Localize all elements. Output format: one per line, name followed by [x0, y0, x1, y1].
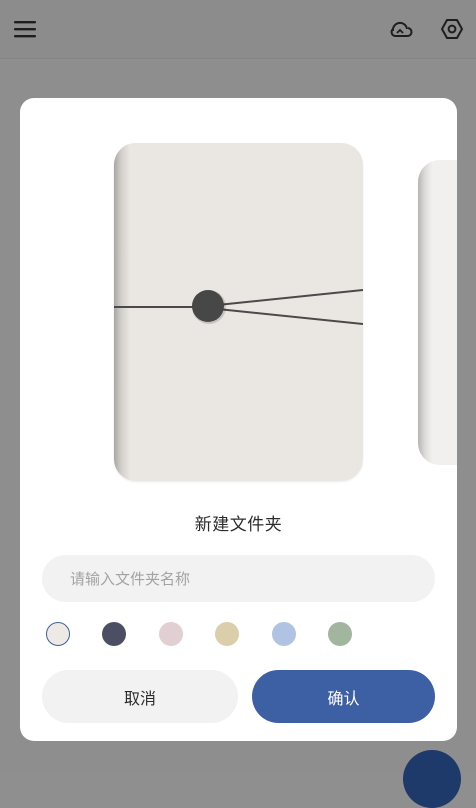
- new-folder-dialog: 新建文件夹 取消 确认: [20, 98, 457, 741]
- confirm-button[interactable]: 确认: [252, 670, 435, 723]
- color-swatch-sand[interactable]: [215, 622, 239, 646]
- color-picker: [20, 622, 457, 652]
- top-app-bar: [0, 0, 476, 59]
- cover-string-clasp-illustration: [114, 289, 363, 325]
- color-swatch-blue[interactable]: [272, 622, 296, 646]
- cancel-button[interactable]: 取消: [42, 670, 238, 723]
- dialog-title: 新建文件夹: [194, 515, 283, 535]
- floating-action-button[interactable]: [403, 750, 461, 808]
- folder-cover-preview[interactable]: [114, 143, 363, 481]
- color-swatch-sage[interactable]: [328, 622, 352, 646]
- cloud-sync-icon[interactable]: [388, 17, 413, 42]
- folder-name-input[interactable]: [42, 555, 435, 602]
- hamburger-menu-icon[interactable]: [13, 19, 37, 39]
- color-swatch-beige[interactable]: [46, 622, 70, 646]
- cover-spine: [418, 160, 432, 465]
- color-swatch-slate[interactable]: [102, 622, 126, 646]
- folder-cover-next-preview[interactable]: [418, 160, 457, 465]
- hex-settings-icon[interactable]: [440, 17, 464, 41]
- color-swatch-pink[interactable]: [159, 622, 183, 646]
